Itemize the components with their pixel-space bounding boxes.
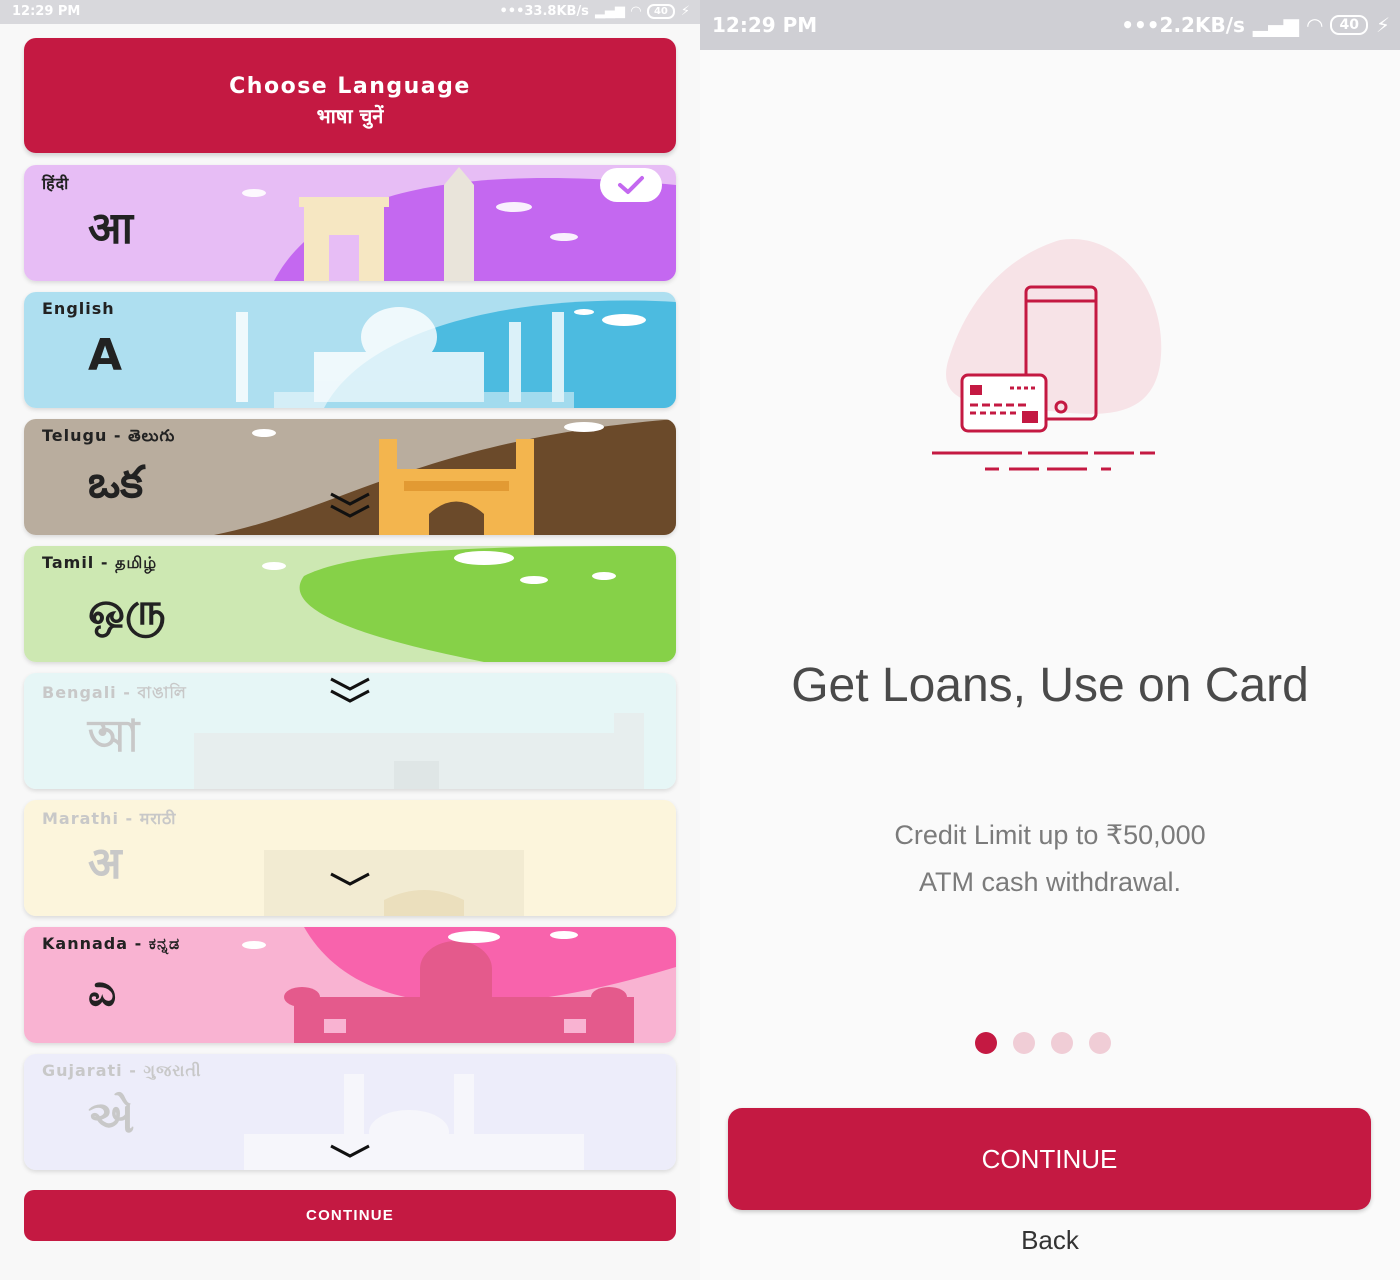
- status-bar: 12:29 PM •••33.8KB/s ▂▄▆ ◠ 40 ⚡: [0, 0, 700, 24]
- language-name: Marathi - मराठी: [42, 809, 177, 828]
- page-dot[interactable]: [975, 1032, 997, 1054]
- ground-lines: [932, 451, 1155, 471]
- network-speed: •••2.2KB/s: [1121, 13, 1245, 37]
- signal-icon: ▂▄▆: [1252, 13, 1300, 37]
- battery-icon: 40: [646, 4, 675, 19]
- phone-card-illustration: [932, 238, 1162, 471]
- language-card-hindi[interactable]: हिंदी आ: [24, 165, 676, 281]
- charging-icon: ⚡: [680, 4, 690, 19]
- language-glyph: अ: [88, 838, 122, 889]
- status-time: 12:29 PM: [712, 13, 818, 37]
- language-glyph: ఒక: [88, 457, 144, 508]
- chevron-down-icon: [330, 492, 370, 518]
- continue-button[interactable]: CONTINUE: [728, 1108, 1371, 1210]
- check-icon: [618, 176, 644, 194]
- language-name: English: [42, 299, 115, 318]
- header-title: Choose Language: [229, 74, 471, 99]
- page-dot[interactable]: [1089, 1032, 1111, 1054]
- status-time: 12:29 PM: [12, 4, 81, 19]
- language-name: हिंदी: [42, 174, 70, 193]
- language-glyph: आ: [88, 203, 133, 254]
- language-card-english[interactable]: English A: [24, 292, 676, 408]
- status-icons: •••33.8KB/s ▂▄▆ ◠ 40 ⚡: [499, 4, 690, 19]
- choose-language-header: Choose Language भाषा चुनें: [24, 38, 676, 153]
- gateway-of-india-icon: [264, 850, 524, 916]
- chevron-down-icon: [330, 1144, 370, 1158]
- language-glyph: એ: [88, 1092, 135, 1143]
- continue-button[interactable]: CONTINUE: [24, 1190, 676, 1241]
- header-subtitle: भाषा चुनें: [316, 104, 384, 128]
- charging-icon: ⚡: [1375, 13, 1390, 37]
- selected-check-badge: [600, 168, 662, 202]
- status-icons: •••2.2KB/s ▂▄▆ ◠ 40 ⚡: [1121, 13, 1390, 37]
- language-glyph: ಎ: [88, 965, 117, 1016]
- wifi-icon: ◠: [630, 4, 641, 19]
- language-card-tamil[interactable]: Tamil - தமிழ் ஒரு: [24, 546, 676, 662]
- language-screen: 12:29 PM •••33.8KB/s ▂▄▆ ◠ 40 ⚡ Choose L…: [0, 0, 700, 1280]
- language-name: Kannada - ಕನ್ನಡ: [42, 934, 181, 953]
- language-name: Tamil - தமிழ்: [42, 553, 158, 572]
- page-dot[interactable]: [1051, 1032, 1073, 1054]
- subtext-line2: ATM cash withdrawal.: [918, 867, 1182, 897]
- status-bar: 12:29 PM •••2.2KB/s ▂▄▆ ◠ 40 ⚡: [700, 0, 1400, 50]
- wifi-icon: ◠: [1307, 13, 1323, 37]
- network-speed: •••33.8KB/s: [499, 4, 589, 19]
- chevron-down-icon: [330, 872, 370, 886]
- credit-card-icon: [960, 373, 1048, 433]
- language-name: Gujarati - ગુજરાતી: [42, 1061, 202, 1080]
- page-indicator: [975, 1032, 1111, 1054]
- onboarding-screen: 12:29 PM •••2.2KB/s ▂▄▆ ◠ 40 ⚡ Get Loans…: [700, 0, 1400, 1280]
- battery-icon: 40: [1330, 15, 1368, 35]
- chevron-down-icon: [330, 677, 370, 703]
- back-link[interactable]: Back: [700, 1225, 1400, 1256]
- page-dot[interactable]: [1013, 1032, 1035, 1054]
- signal-icon: ▂▄▆: [594, 4, 625, 19]
- subtext-line1: Credit Limit up to ₹50,000: [894, 820, 1206, 850]
- headline: Get Loans, Use on Card: [791, 659, 1309, 712]
- language-glyph: আ: [88, 711, 140, 762]
- language-glyph: ஒரு: [88, 584, 166, 635]
- screens: 12:29 PM •••33.8KB/s ▂▄▆ ◠ 40 ⚡ Choose L…: [0, 0, 1400, 1280]
- language-card-kannada[interactable]: Kannada - ಕನ್ನಡ ಎ: [24, 927, 676, 1043]
- language-name: Bengali - বাঙালি: [42, 683, 187, 702]
- language-glyph: A: [88, 330, 123, 381]
- language-name: Telugu - తెలుగు: [42, 426, 176, 445]
